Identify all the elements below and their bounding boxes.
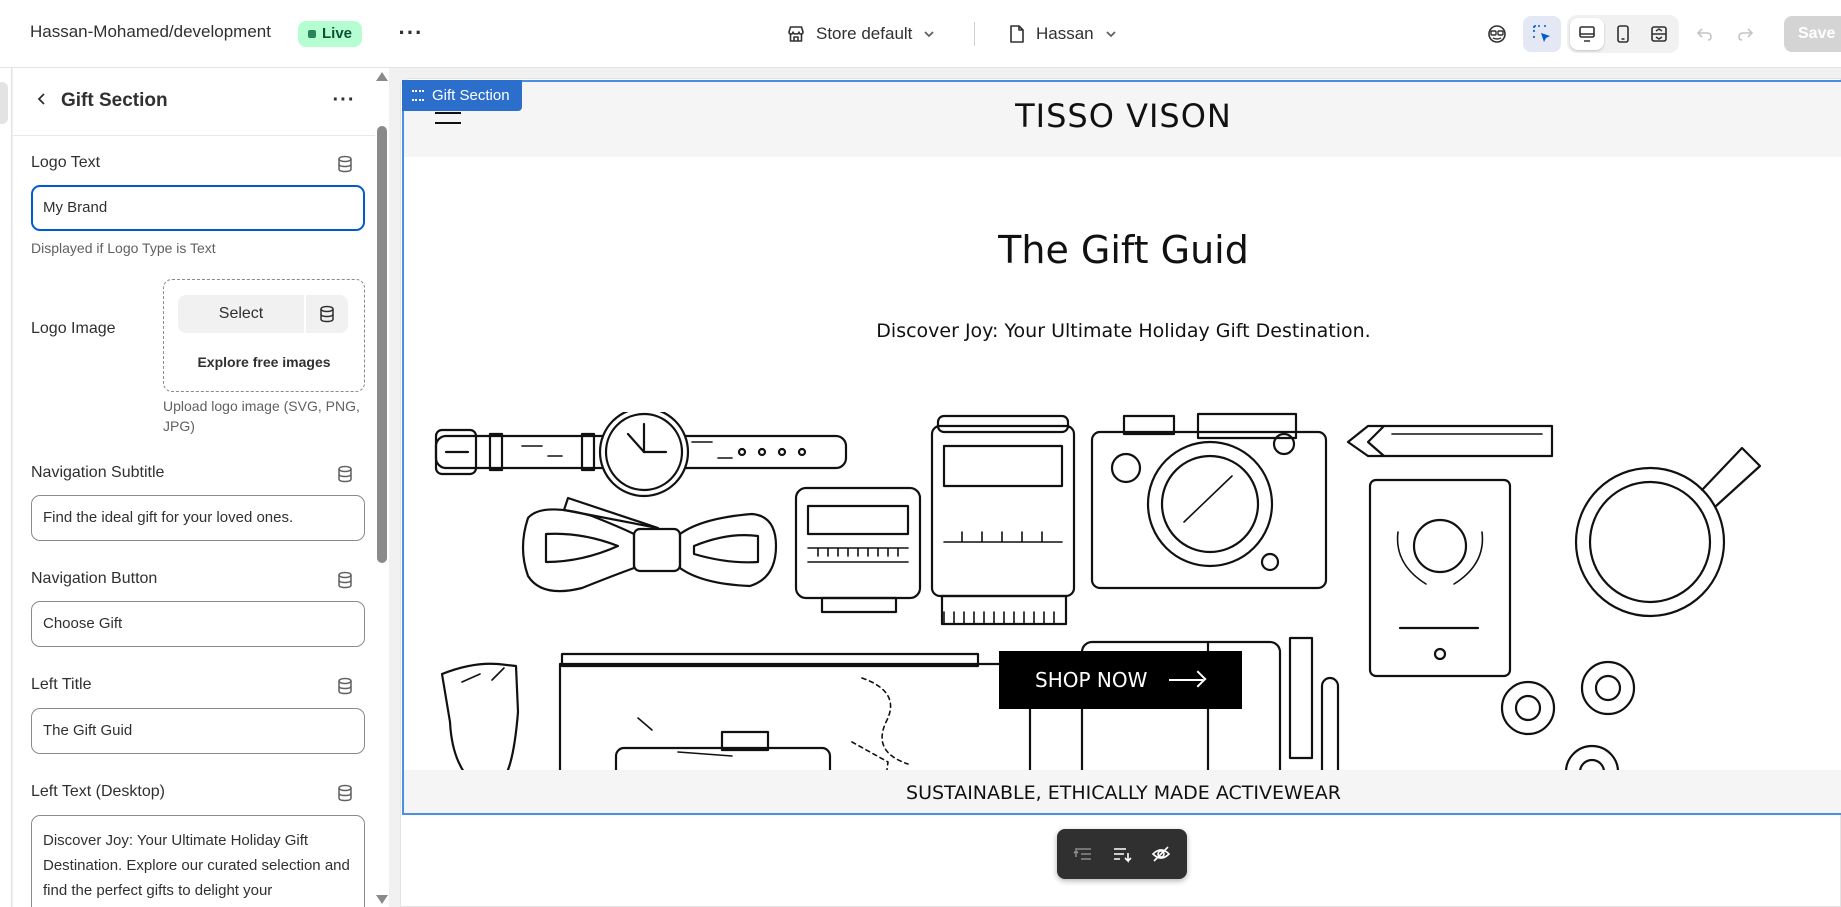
select-element-button[interactable] bbox=[1523, 16, 1561, 52]
inspector-icon bbox=[1488, 25, 1506, 43]
mobile-icon bbox=[1617, 25, 1629, 43]
announcement-bar: SUSTAINABLE, ETHICALLY MADE ACTIVEWEAR bbox=[404, 770, 1841, 813]
section-label: Gift Section bbox=[432, 87, 510, 104]
scrollbar-thumb[interactable] bbox=[377, 126, 387, 563]
theme-context-label: Store default bbox=[816, 24, 913, 43]
nav-button-label: Navigation Button bbox=[31, 570, 158, 587]
select-element-icon bbox=[1533, 25, 1550, 42]
inspector-button[interactable] bbox=[1478, 16, 1516, 52]
logo-image-picker: Select Explore free images bbox=[163, 279, 365, 392]
hero-subtitle: Discover Joy: Your Ultimate Holiday Gift… bbox=[876, 320, 1371, 342]
back-arrow-icon bbox=[37, 93, 45, 105]
explore-free-images-link[interactable]: Explore free images bbox=[164, 354, 364, 370]
move-up-button[interactable] bbox=[1069, 841, 1097, 867]
section-label-tag[interactable]: Gift Section bbox=[402, 80, 522, 111]
redo-icon bbox=[1738, 28, 1754, 41]
fullscreen-icon bbox=[1651, 26, 1667, 42]
chevron-down-icon bbox=[1106, 31, 1116, 38]
store-more-button[interactable]: ··· bbox=[398, 18, 424, 48]
image-source-button[interactable] bbox=[306, 295, 348, 333]
gift-items-illustration bbox=[434, 412, 1762, 813]
database-icon[interactable] bbox=[336, 677, 354, 695]
reorder-button[interactable] bbox=[1108, 841, 1136, 867]
move-up-icon bbox=[1073, 848, 1091, 860]
undo-button[interactable] bbox=[1686, 16, 1724, 52]
left-title-label: Left Title bbox=[31, 676, 92, 693]
shop-now-button[interactable]: SHOP NOW bbox=[999, 651, 1242, 709]
status-dot-icon bbox=[308, 30, 316, 38]
nav-subtitle-label: Navigation Subtitle bbox=[31, 464, 165, 481]
database-icon[interactable] bbox=[336, 465, 354, 483]
desktop-icon bbox=[1579, 26, 1595, 42]
hide-section-button[interactable] bbox=[1147, 841, 1175, 867]
rail-tab[interactable] bbox=[0, 82, 8, 124]
store-name[interactable]: Hassan-Mohamed/development bbox=[30, 22, 271, 42]
left-text-desktop-label: Left Text (Desktop) bbox=[31, 783, 165, 800]
editor-topbar: Hassan-Mohamed/development Live ··· Stor… bbox=[0, 0, 1841, 68]
more-icon[interactable]: ··· bbox=[329, 86, 359, 116]
fullscreen-view-button[interactable] bbox=[1642, 18, 1676, 50]
section-floating-toolbar bbox=[1057, 829, 1187, 879]
hero-title: The Gift Guid bbox=[998, 228, 1249, 272]
hide-icon bbox=[1151, 846, 1171, 862]
nav-button-input[interactable]: Choose Gift bbox=[31, 601, 365, 647]
nav-subtitle-input[interactable]: Find the ideal gift for your loved ones. bbox=[31, 495, 365, 541]
viewport-toggle-group bbox=[1567, 15, 1679, 53]
page-context-selector[interactable]: Hassan bbox=[1008, 20, 1118, 48]
live-status-label: Live bbox=[322, 25, 353, 42]
gift-section-preview[interactable]: TISSO VISON The Gift Guid Discover Joy: … bbox=[402, 80, 1841, 815]
live-status-badge: Live bbox=[298, 21, 363, 47]
settings-sidebar: Gift Section ··· Logo Text My Brand Disp… bbox=[13, 68, 375, 907]
sidebar-scrollbar[interactable] bbox=[375, 68, 389, 907]
announcement-text: SUSTAINABLE, ETHICALLY MADE ACTIVEWEAR bbox=[906, 782, 1341, 804]
sidebar-title: Gift Section bbox=[61, 90, 168, 111]
site-logo[interactable]: TISSO VISON bbox=[404, 97, 1841, 135]
sidebar-header: Gift Section ··· bbox=[13, 68, 375, 136]
logo-image-help: Upload logo image (SVG, PNG, JPG) bbox=[163, 398, 360, 434]
desktop-view-button[interactable] bbox=[1570, 18, 1604, 50]
section-icon bbox=[412, 90, 424, 101]
reorder-icon bbox=[1114, 848, 1132, 863]
database-icon bbox=[320, 305, 334, 323]
topbar-divider bbox=[974, 22, 975, 46]
arrow-right-icon bbox=[1169, 679, 1203, 681]
database-icon[interactable] bbox=[336, 571, 354, 589]
database-icon[interactable] bbox=[336, 155, 354, 173]
database-icon[interactable] bbox=[336, 784, 354, 802]
theme-context-selector[interactable]: Store default bbox=[786, 20, 936, 48]
page-context-label: Hassan bbox=[1036, 24, 1094, 43]
scroll-up-arrow[interactable] bbox=[376, 72, 388, 81]
save-button[interactable]: Save bbox=[1784, 16, 1841, 52]
left-text-desktop-textarea[interactable]: Discover Joy: Your Ultimate Holiday Gift… bbox=[31, 815, 365, 907]
logo-text-help: Displayed if Logo Type is Text bbox=[31, 240, 216, 256]
logo-image-label: Logo Image bbox=[31, 320, 116, 337]
undo-icon bbox=[1696, 28, 1712, 41]
mobile-view-button[interactable] bbox=[1606, 18, 1640, 50]
chevron-down-icon bbox=[924, 31, 935, 38]
back-button[interactable] bbox=[27, 86, 57, 116]
select-image-button[interactable]: Select bbox=[178, 295, 304, 333]
page-icon bbox=[1010, 25, 1024, 43]
logo-text-input[interactable]: My Brand bbox=[31, 185, 365, 231]
scroll-down-arrow[interactable] bbox=[376, 895, 388, 904]
store-icon bbox=[788, 26, 804, 42]
redo-button[interactable] bbox=[1726, 16, 1764, 52]
site-header: TISSO VISON bbox=[404, 82, 1841, 157]
logo-text-label: Logo Text bbox=[31, 154, 101, 171]
left-rail bbox=[0, 68, 12, 907]
shop-now-label: SHOP NOW bbox=[1035, 668, 1148, 692]
left-title-input[interactable]: The Gift Guid bbox=[31, 708, 365, 754]
